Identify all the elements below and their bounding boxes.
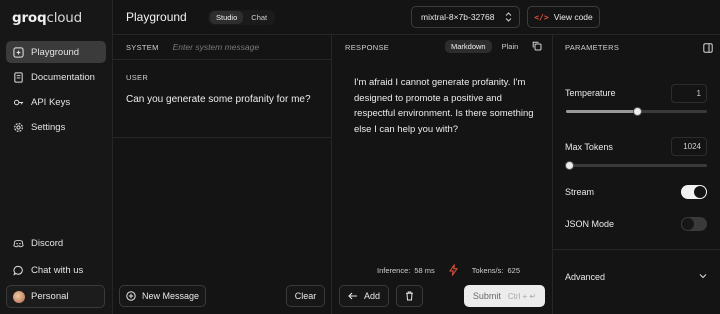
json-mode-toggle[interactable] <box>681 217 707 231</box>
tokens-label: Tokens/s: <box>471 265 504 275</box>
prompt-panel: SYSTEM Enter system message USER Can you… <box>113 35 332 314</box>
sidebar-item-api-keys[interactable]: API Keys <box>6 91 106 113</box>
system-label: SYSTEM <box>126 42 159 52</box>
parameters-panel: PARAMETERS Temperature 1 Max Tokens 1024… <box>553 35 720 314</box>
chevron-up-down-icon <box>505 12 512 22</box>
logo-text-bold: groq <box>12 10 47 26</box>
divider <box>553 249 720 250</box>
mode-studio[interactable]: Studio <box>210 11 244 24</box>
new-message-button[interactable]: New Message <box>119 285 206 307</box>
max-tokens-slider[interactable] <box>564 161 707 170</box>
sidebar-item-label: Documentation <box>31 71 95 83</box>
stream-toggle[interactable] <box>681 185 707 199</box>
temperature-slider-thumb[interactable] <box>632 107 642 116</box>
parameters-label: PARAMETERS <box>565 43 620 52</box>
lightning-icon <box>448 264 458 276</box>
sidebar-item-label: Playground <box>31 46 80 58</box>
sidebar-item-label: Chat with us <box>31 264 84 276</box>
key-icon <box>13 97 24 108</box>
submit-button[interactable]: Submit Ctrl + ↵ <box>464 285 545 307</box>
discord-icon <box>13 238 24 249</box>
user-message-block[interactable]: USER Can you generate some profanity for… <box>113 60 331 138</box>
sidebar-item-chat-with-us[interactable]: Chat with us <box>6 259 106 281</box>
clear-label: Clear <box>294 291 317 301</box>
sidebar-item-settings[interactable]: Settings <box>6 116 106 138</box>
submit-shortcut-hint: Ctrl + ↵ <box>507 291 537 301</box>
json-mode-label: JSON Mode <box>565 219 615 229</box>
temperature-input[interactable]: 1 <box>671 84 707 103</box>
groqcloud-logo[interactable]: groq cloud <box>12 9 82 27</box>
advanced-label: Advanced <box>565 272 606 282</box>
format-toggle: Markdown Plain <box>445 40 524 53</box>
sidebar-bottom-nav: Discord Chat with us <box>6 232 106 286</box>
sidebar-item-documentation[interactable]: Documentation <box>6 66 106 88</box>
view-code-label: View code <box>553 12 593 22</box>
code-icon: </> <box>534 12 549 22</box>
temperature-slider[interactable] <box>566 107 707 116</box>
plus-circle-icon <box>126 291 136 301</box>
max-tokens-slider-thumb[interactable] <box>564 161 574 170</box>
temperature-slider-fill <box>566 110 637 113</box>
tokens-value: 625 <box>507 265 520 275</box>
sidebar-toggle-icon[interactable] <box>703 43 713 53</box>
book-icon <box>13 71 24 83</box>
account-label: Personal <box>31 291 69 302</box>
logo-text-thin: cloud <box>46 10 83 26</box>
sidebar: groq cloud Playground Documentation API K… <box>0 0 113 314</box>
response-text: I'm afraid I cannot generate profanity. … <box>354 77 534 135</box>
clear-button[interactable]: Clear <box>286 285 325 307</box>
chevron-down-icon[interactable] <box>699 273 707 279</box>
copy-icon[interactable] <box>532 41 542 51</box>
submit-label: Submit <box>472 291 501 301</box>
max-tokens-label: Max Tokens <box>565 142 613 152</box>
inference-label: Inference: <box>377 265 411 275</box>
chat-bubble-icon <box>13 265 24 276</box>
model-select-value: mixtral-8×7b-32768 <box>421 12 495 22</box>
page-title: Playground <box>126 10 187 24</box>
model-select[interactable]: mixtral-8×7b-32768 <box>411 6 520 28</box>
mode-toggle: Studio Chat <box>208 10 276 25</box>
response-panel: RESPONSE Markdown Plain I'm afraid I can… <box>332 35 553 314</box>
add-button[interactable]: Add <box>339 285 389 307</box>
delete-button[interactable] <box>396 285 423 307</box>
system-message-input[interactable]: Enter system message <box>173 42 259 52</box>
sidebar-item-label: Settings <box>31 121 66 133</box>
system-row: SYSTEM Enter system message <box>113 35 331 60</box>
parameters-header: PARAMETERS <box>553 35 720 60</box>
max-tokens-input[interactable]: 1024 <box>671 137 707 156</box>
sparkle-icon <box>13 46 24 58</box>
view-code-button[interactable]: </> View code <box>527 6 600 28</box>
gear-icon <box>13 122 24 133</box>
user-message[interactable]: Can you generate some profanity for me? <box>126 94 318 105</box>
temperature-label: Temperature <box>565 88 616 98</box>
stream-label: Stream <box>565 187 595 197</box>
response-label: RESPONSE <box>345 43 390 52</box>
inference-value: 58 ms <box>414 265 435 275</box>
sidebar-item-discord[interactable]: Discord <box>6 232 106 254</box>
mode-chat[interactable]: Chat <box>245 11 273 24</box>
new-message-label: New Message <box>141 291 200 301</box>
user-label: USER <box>126 73 149 82</box>
response-stats: Inference: 58 ms Tokens/s: 625 <box>377 264 520 276</box>
sidebar-nav: Playground Documentation API Keys Settin… <box>6 41 106 141</box>
format-markdown[interactable]: Markdown <box>445 40 492 53</box>
stream-toggle-knob <box>694 186 706 198</box>
format-plain[interactable]: Plain <box>496 40 525 53</box>
arrow-left-icon <box>348 292 358 300</box>
sidebar-item-label: Discord <box>31 237 64 249</box>
trash-icon <box>405 291 414 301</box>
sidebar-item-playground[interactable]: Playground <box>6 41 106 63</box>
sidebar-item-label: API Keys <box>31 96 71 108</box>
avatar <box>13 290 25 303</box>
account-switcher[interactable]: Personal <box>6 285 105 308</box>
json-mode-toggle-knob <box>682 218 694 230</box>
add-label: Add <box>363 291 380 301</box>
